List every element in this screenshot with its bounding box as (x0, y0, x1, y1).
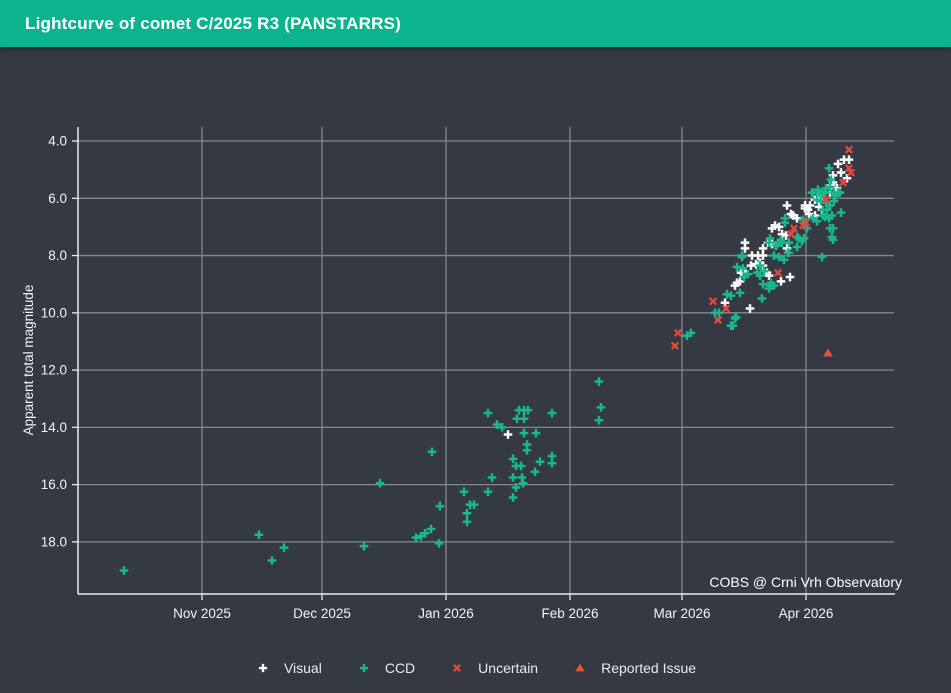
data-point (775, 269, 782, 276)
data-point (675, 330, 682, 337)
data-point (517, 462, 526, 471)
data-point (746, 304, 755, 313)
cobs-lightcurve-page: Lightcurve of comet C/2025 R3 (PANSTARRS… (0, 0, 951, 693)
data-point (846, 146, 853, 153)
data-point (435, 539, 444, 548)
data-point (520, 414, 529, 423)
tick-labels: 4.0 6.0 8.0 10.0 12.0 14.0 16.0 18.0 Nov 2025 Dec… (41, 134, 834, 621)
data-point (484, 409, 493, 418)
series-reported-issue (823, 348, 833, 356)
data-point (710, 298, 717, 305)
data-point (781, 218, 790, 227)
x-tick-label: Feb 2026 (541, 606, 598, 621)
data-point (732, 313, 741, 322)
data-point (412, 533, 421, 542)
page-title: Lightcurve of comet C/2025 R3 (PANSTARRS… (25, 14, 401, 34)
data-point (823, 348, 833, 356)
data-point (770, 251, 779, 260)
data-point (460, 487, 469, 496)
data-point (120, 566, 129, 575)
data-point (837, 208, 846, 217)
lightcurve-chart: 4.0 6.0 8.0 10.0 12.0 14.0 16.0 18.0 Nov 2025 Dec… (0, 47, 951, 653)
data-point (783, 201, 792, 210)
data-point (376, 479, 385, 488)
data-point (715, 317, 722, 324)
legend-label: Reported Issue (601, 660, 696, 676)
data-point (519, 479, 528, 488)
series-ccd (120, 164, 846, 575)
data-point (520, 429, 529, 438)
data-point (536, 457, 545, 466)
data-point (759, 244, 768, 253)
data-point (747, 261, 756, 270)
watermark-credit: COBS @ Crni Vrh Observatory (709, 574, 902, 590)
data-point (255, 530, 264, 539)
data-point (786, 273, 795, 282)
legend-label: CCD (385, 660, 415, 676)
data-point (463, 518, 472, 527)
x-tick-label: Jan 2026 (418, 606, 474, 621)
data-point (280, 543, 289, 552)
legend-item-uncertain[interactable]: Uncertain (449, 660, 538, 676)
gridlines (78, 127, 894, 594)
y-tick-label: 4.0 (48, 134, 67, 149)
data-point (845, 155, 854, 164)
plus-marker-icon (356, 660, 372, 676)
data-point (834, 160, 843, 169)
data-point (488, 473, 497, 482)
data-point (595, 377, 604, 386)
data-point (777, 277, 786, 286)
data-point (436, 502, 445, 511)
data-point (484, 487, 493, 496)
legend-label: Visual (284, 660, 322, 676)
plus-marker-icon (255, 660, 271, 676)
chart-area: 4.0 6.0 8.0 10.0 12.0 14.0 16.0 18.0 Nov 2025 Dec… (0, 47, 951, 653)
x-tick-label: Dec 2025 (293, 606, 351, 621)
data-point (268, 556, 277, 565)
data-point (736, 288, 745, 297)
legend-label: Uncertain (478, 660, 538, 676)
data-point (463, 509, 472, 518)
x-tick-label: Nov 2025 (173, 606, 231, 621)
y-tick-label: 16.0 (41, 477, 67, 492)
data-point (523, 446, 532, 455)
data-point (548, 459, 557, 468)
data-point (509, 493, 518, 502)
data-point (532, 429, 541, 438)
data-point (428, 447, 437, 456)
legend-item-ccd[interactable]: CCD (356, 660, 415, 676)
data-point (531, 467, 540, 476)
data-point (509, 473, 518, 482)
triangle-marker-icon (572, 660, 588, 676)
y-axis-title: Apparent total magnitude (21, 285, 36, 436)
data-points (120, 146, 855, 575)
data-point (738, 253, 747, 262)
y-tick-label: 8.0 (48, 248, 67, 263)
x-marker-icon (449, 660, 465, 676)
data-point (672, 342, 679, 349)
data-point (837, 168, 846, 177)
y-tick-label: 14.0 (41, 420, 67, 435)
data-point (818, 253, 827, 262)
data-point (360, 542, 369, 551)
data-point (595, 416, 604, 425)
y-tick-label: 12.0 (41, 363, 67, 378)
data-point (504, 430, 513, 439)
data-point (840, 179, 847, 186)
data-point (597, 403, 606, 412)
data-point (758, 294, 767, 303)
data-point (427, 525, 436, 534)
y-tick-label: 18.0 (41, 534, 67, 549)
data-point (548, 409, 557, 418)
title-bar: Lightcurve of comet C/2025 R3 (PANSTARRS… (0, 0, 951, 47)
x-tick-label: Mar 2026 (653, 606, 710, 621)
y-tick-label: 6.0 (48, 191, 67, 206)
data-point (793, 243, 802, 252)
legend: Visual CCD Uncertain Reported Issue (0, 650, 951, 686)
legend-item-visual[interactable]: Visual (255, 660, 322, 676)
data-point (759, 280, 768, 289)
x-tick-label: Apr 2026 (779, 606, 834, 621)
legend-item-reported-issue[interactable]: Reported Issue (572, 660, 696, 676)
y-tick-label: 10.0 (41, 305, 67, 320)
